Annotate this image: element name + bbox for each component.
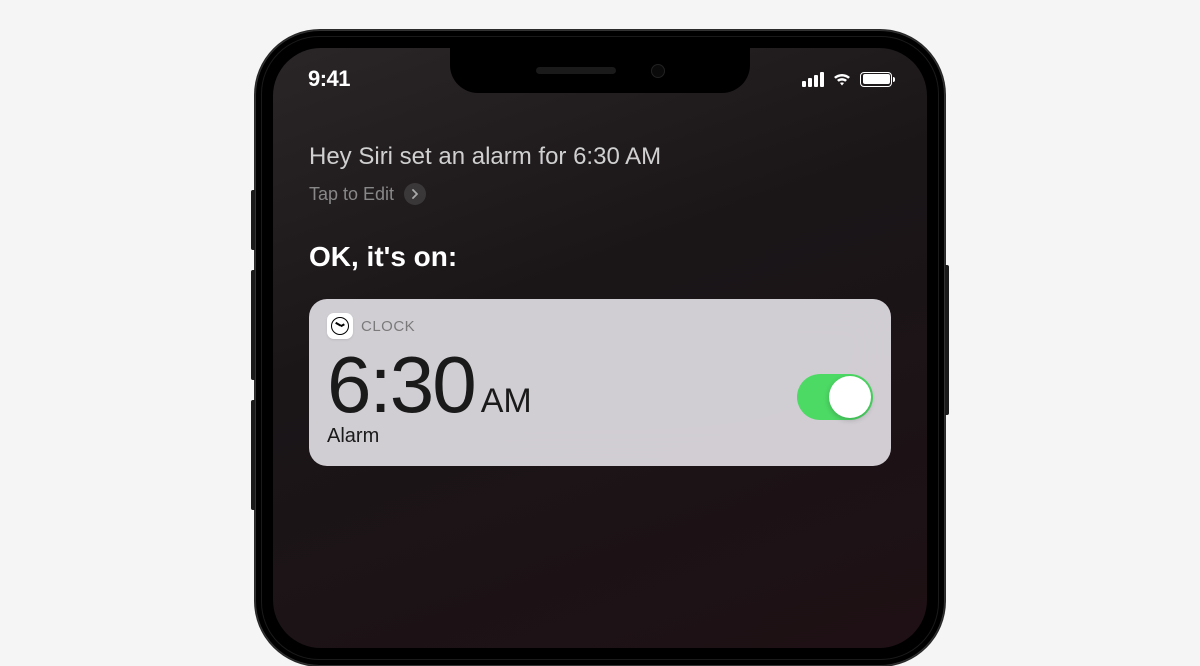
alarm-time-value: 6:30 bbox=[327, 345, 475, 425]
siri-content: Hey Siri set an alarm for 6:30 AM Tap to… bbox=[273, 48, 927, 466]
alarm-label: Alarm bbox=[327, 425, 532, 448]
volume-down-button bbox=[251, 400, 255, 510]
alarm-toggle[interactable] bbox=[797, 374, 873, 420]
speaker-grille bbox=[536, 67, 616, 74]
alarm-time-block: 6:30 AM Alarm bbox=[327, 345, 532, 448]
app-name-label: CLOCK bbox=[361, 318, 415, 335]
card-header: CLOCK bbox=[327, 313, 873, 339]
siri-query-text: Hey Siri set an alarm for 6:30 AM bbox=[309, 143, 891, 171]
status-time: 9:41 bbox=[308, 66, 350, 92]
alarm-row: 6:30 AM Alarm bbox=[327, 345, 873, 448]
silent-switch bbox=[251, 190, 255, 250]
chevron-right-icon bbox=[404, 183, 426, 205]
tap-to-edit-label: Tap to Edit bbox=[309, 184, 394, 205]
toggle-knob bbox=[829, 376, 871, 418]
cellular-signal-icon bbox=[802, 72, 824, 87]
tap-to-edit-button[interactable]: Tap to Edit bbox=[309, 183, 891, 205]
volume-up-button bbox=[251, 270, 255, 380]
iphone-frame: 9:41 Hey Siri set an alarm for 6:30 AM T… bbox=[255, 30, 945, 666]
clock-app-icon bbox=[327, 313, 353, 339]
alarm-ampm: AM bbox=[481, 382, 532, 421]
screen: 9:41 Hey Siri set an alarm for 6:30 AM T… bbox=[273, 48, 927, 648]
siri-response-text: OK, it's on: bbox=[309, 241, 891, 273]
wifi-icon bbox=[832, 72, 852, 87]
battery-icon bbox=[860, 72, 892, 87]
clock-alarm-card[interactable]: CLOCK 6:30 AM Alarm bbox=[309, 299, 891, 466]
front-camera bbox=[651, 64, 665, 78]
alarm-time: 6:30 AM bbox=[327, 345, 532, 425]
notch bbox=[450, 48, 750, 93]
status-indicators bbox=[802, 72, 892, 87]
power-button bbox=[945, 265, 949, 415]
